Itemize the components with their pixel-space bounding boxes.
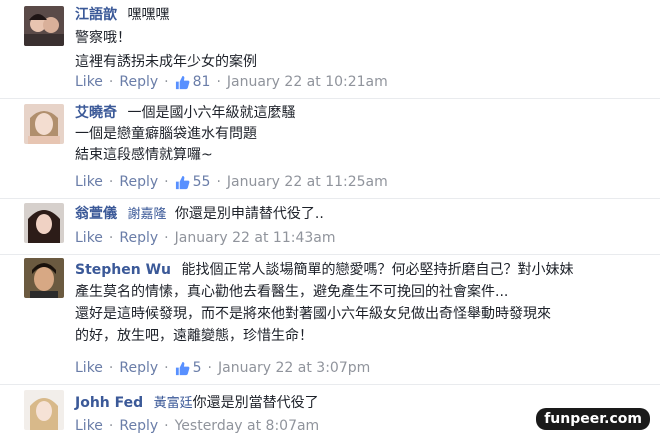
tagged-user[interactable]: 謝嘉隆 — [127, 207, 166, 222]
comment-text: 這裡有誘拐未成年少女的案例 — [75, 54, 257, 70]
timestamp[interactable]: January 22 at 10:21am — [227, 74, 388, 90]
comment-text: 能找個正常人談場簡單的戀愛嗎？何必堅持折磨自己？對小妹妹 — [181, 262, 574, 278]
divider — [0, 384, 660, 385]
separator: · — [164, 418, 169, 434]
comment-text: 結束這段感情就算囉~ — [75, 147, 213, 163]
comment-author[interactable]: 艾曉奇 — [75, 105, 117, 121]
comment-actions: Like · Reply · January 22 at 11:43am — [75, 230, 335, 246]
comment-actions: Like · Reply · 5 · January 22 at 3:07pm — [75, 360, 370, 376]
separator: · — [164, 360, 169, 376]
divider — [0, 254, 660, 255]
comment-actions: Like · Reply · Yesterday at 8:07am — [75, 418, 319, 434]
separator: · — [108, 360, 114, 376]
separator: · — [164, 74, 169, 90]
separator: · — [216, 174, 221, 190]
separator: · — [108, 418, 114, 434]
comment-text: 警察哦！ — [75, 30, 131, 46]
watermark: funpeer.com — [536, 408, 650, 430]
separator: · — [207, 360, 212, 376]
reply-link[interactable]: Reply — [119, 174, 158, 190]
like-link[interactable]: Like — [75, 360, 103, 376]
separator: · — [164, 174, 169, 190]
thumbs-up-icon[interactable] — [175, 361, 190, 376]
like-count[interactable]: 81 — [193, 74, 211, 90]
comment-author[interactable]: 翁萱儀 — [75, 206, 117, 222]
timestamp[interactable]: January 22 at 11:43am — [175, 230, 336, 246]
comment-text-line: Stephen Wu 能找個正常人談場簡單的戀愛嗎？何必堅持折磨自己？對小妹妹 — [75, 261, 640, 279]
separator: · — [216, 74, 221, 90]
comment-actions: Like · Reply · 55 · January 22 at 11:25am — [75, 174, 388, 190]
timestamp[interactable]: January 22 at 11:25am — [227, 174, 388, 190]
like-link[interactable]: Like — [75, 230, 103, 246]
reply-link[interactable]: Reply — [119, 74, 158, 90]
divider — [0, 98, 660, 99]
comment-text: 一個是戀童癖腦袋進水有問題 — [75, 126, 257, 142]
comment-text-line: 翁萱儀 謝嘉隆 你還是別申請替代役了.. — [75, 205, 640, 224]
comment-text: 一個是國小六年級就這麼騷 — [127, 105, 296, 121]
avatar[interactable] — [24, 6, 64, 46]
avatar[interactable] — [24, 104, 64, 144]
reply-link[interactable]: Reply — [119, 230, 158, 246]
comment-text: 產生莫名的情愫，真心勸他去看醫生，避免產生不可挽回的社會案件... — [75, 284, 509, 300]
comment-text: 的好，放生吧，遠離變態，珍惜生命！ — [75, 328, 313, 344]
comment-text: 嘿嘿嘿 — [127, 7, 170, 23]
comment-text: 你還是別申請替代役了.. — [174, 206, 324, 222]
comment-text: 還好是這時候發現，而不是將來他對著國小六年級女兒做出奇怪舉動時發現來 — [75, 306, 551, 322]
divider — [0, 198, 660, 199]
like-link[interactable]: Like — [75, 74, 103, 90]
comment-text: 你還是別當替代役了 — [192, 395, 319, 411]
separator: · — [108, 174, 114, 190]
avatar[interactable] — [24, 390, 64, 430]
reply-link[interactable]: Reply — [119, 418, 158, 434]
like-link[interactable]: Like — [75, 174, 103, 190]
comment-author[interactable]: Stephen Wu — [75, 262, 171, 278]
comment-text-line: 艾曉奇 一個是國小六年級就這麼騷 — [75, 104, 640, 122]
tagged-user[interactable]: 黃富廷 — [154, 396, 193, 411]
avatar[interactable] — [24, 203, 64, 243]
like-link[interactable]: Like — [75, 418, 103, 434]
thumbs-up-icon[interactable] — [175, 75, 190, 90]
timestamp[interactable]: January 22 at 3:07pm — [218, 360, 370, 376]
separator: · — [164, 230, 169, 246]
separator: · — [108, 230, 114, 246]
comment-author[interactable]: 江語歆 — [75, 7, 117, 23]
reply-link[interactable]: Reply — [119, 360, 158, 376]
avatar[interactable] — [24, 258, 64, 298]
comment-author[interactable]: Johh Fed — [75, 395, 143, 411]
thumbs-up-icon[interactable] — [175, 175, 190, 190]
separator: · — [108, 74, 114, 90]
like-count[interactable]: 55 — [193, 174, 211, 190]
comment-text-line: 江語歆 嘿嘿嘿 — [75, 6, 640, 24]
timestamp[interactable]: Yesterday at 8:07am — [175, 418, 320, 434]
like-count[interactable]: 5 — [193, 360, 202, 376]
comment-actions: Like · Reply · 81 · January 22 at 10:21am — [75, 74, 388, 90]
